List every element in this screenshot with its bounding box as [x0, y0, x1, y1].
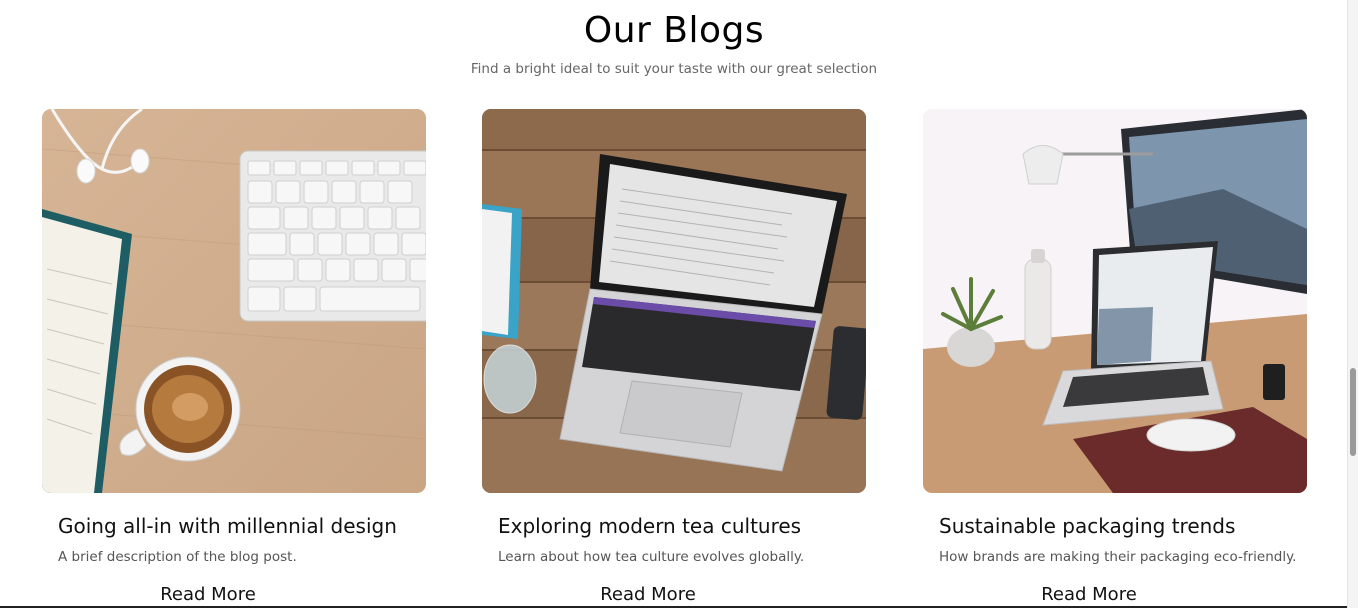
- workspace-desk-photo: [923, 109, 1307, 493]
- section-subtitle: Find a bright ideal to suit your taste w…: [470, 61, 878, 77]
- section-title: Our Blogs: [583, 10, 765, 51]
- blog-card-title: Exploring modern tea cultures: [498, 514, 802, 538]
- laptop-wood-photo: [482, 109, 866, 493]
- blog-card-description: Learn about how tea culture evolves glob…: [498, 549, 805, 565]
- scrollbar-thumb[interactable]: [1350, 368, 1356, 456]
- read-more-link[interactable]: Read More: [42, 584, 374, 606]
- section-header: Our Blogs Find a bright ideal to suit yo…: [0, 0, 1348, 78]
- keyboard-coffee-photo: [42, 109, 426, 493]
- blog-card-image[interactable]: [42, 109, 426, 493]
- blog-card-image[interactable]: [923, 109, 1307, 493]
- blog-card-image[interactable]: [482, 109, 866, 493]
- blog-card: Exploring modern tea cultures Learn abou…: [482, 109, 866, 606]
- vertical-scrollbar[interactable]: [1347, 0, 1358, 608]
- read-more-link[interactable]: Read More: [923, 584, 1255, 606]
- blog-section: Our Blogs Find a bright ideal to suit yo…: [0, 0, 1358, 608]
- blog-card-title: Sustainable packaging trends: [939, 514, 1236, 538]
- blog-card-description: A brief description of the blog post.: [58, 549, 297, 565]
- blog-card: Sustainable packaging trends How brands …: [923, 109, 1307, 606]
- read-more-link[interactable]: Read More: [482, 584, 814, 606]
- blog-card: Going all-in with millennial design A br…: [42, 109, 426, 606]
- blog-card-title: Going all-in with millennial design: [58, 514, 397, 538]
- blog-card-description: How brands are making their packaging ec…: [939, 549, 1297, 565]
